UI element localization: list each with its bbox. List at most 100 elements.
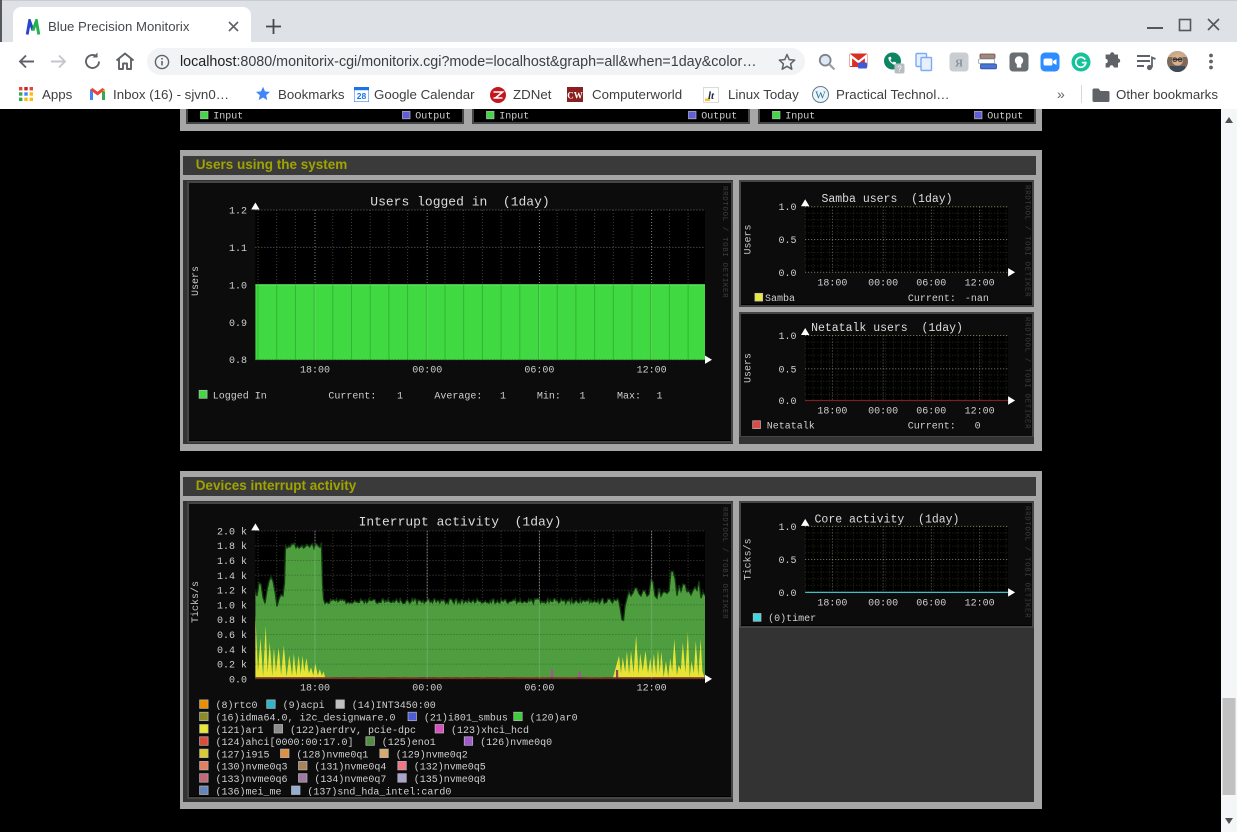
- svg-text:1.2 k: 1.2 k: [216, 586, 246, 598]
- svg-text:1: 1: [579, 392, 585, 403]
- svg-text:Current:: Current:: [907, 421, 955, 432]
- svg-text:1.0: 1.0: [778, 204, 796, 215]
- svg-text:(129)nvme0q2: (129)nvme0q2: [395, 749, 467, 761]
- svg-text:RRDTOOL / TOBI OETIKER: RRDTOOL / TOBI OETIKER: [720, 186, 728, 298]
- svg-text:1.8 k: 1.8 k: [216, 541, 246, 553]
- svg-text:Users: Users: [743, 225, 754, 255]
- svg-text:CW: CW: [567, 91, 583, 101]
- svg-text:Input: Input: [785, 112, 815, 122]
- svg-text:1.0 k: 1.0 k: [216, 600, 246, 612]
- svg-text:RRDTOOL / TOBI OETIKER: RRDTOOL / TOBI OETIKER: [1022, 317, 1030, 429]
- svg-text:Max:: Max:: [617, 392, 641, 403]
- svg-text:Users: Users: [191, 266, 202, 296]
- svg-text:0.5: 0.5: [778, 365, 796, 376]
- svg-text:Input: Input: [213, 112, 243, 122]
- svg-text:Netatalk users (1day): Netatalk users (1day): [811, 322, 963, 335]
- svg-text:(21)i801_smbus: (21)i801_smbus: [423, 712, 507, 724]
- svg-text:00:00: 00:00: [868, 599, 898, 610]
- svg-text:06:00: 06:00: [916, 599, 946, 610]
- svg-text:?: ?: [897, 65, 902, 74]
- svg-text:12:00: 12:00: [636, 683, 666, 694]
- svg-text:Output: Output: [701, 112, 737, 122]
- svg-text:(14)INT3450:00: (14)INT3450:00: [351, 700, 435, 712]
- svg-text:18:00: 18:00: [817, 599, 847, 610]
- svg-text:(124)ahci[0000:00:17.0]: (124)ahci[0000:00:17.0]: [215, 737, 353, 749]
- svg-text:1.1: 1.1: [228, 244, 246, 255]
- svg-text:(16)idma64.0, i2c_designware.0: (16)idma64.0, i2c_designware.0: [215, 712, 395, 724]
- svg-text:12:00: 12:00: [636, 366, 666, 377]
- svg-text:(123)xhci_hcd: (123)xhci_hcd: [451, 725, 529, 737]
- svg-text:(131)nvme0q4: (131)nvme0q4: [314, 762, 386, 774]
- svg-text:(135)nvme0q8: (135)nvme0q8: [413, 774, 485, 786]
- svg-text:RRDTOOL / TOBI OETIKER: RRDTOOL / TOBI OETIKER: [1022, 185, 1030, 297]
- svg-text:18:00: 18:00: [817, 407, 847, 418]
- svg-text:1: 1: [656, 392, 662, 403]
- svg-text:Output: Output: [987, 112, 1023, 122]
- svg-text:06:00: 06:00: [524, 366, 554, 377]
- svg-text:06:00: 06:00: [524, 683, 554, 694]
- svg-text:(9)acpi: (9)acpi: [282, 700, 324, 712]
- svg-text:(120)ar0: (120)ar0: [529, 712, 577, 724]
- svg-text:1: 1: [500, 392, 506, 403]
- svg-text:1.0: 1.0: [228, 281, 246, 292]
- svg-text:Ticks/s: Ticks/s: [190, 581, 202, 623]
- svg-text:(132)nvme0q5: (132)nvme0q5: [413, 762, 485, 774]
- svg-text:Ticks/s: Ticks/s: [742, 539, 754, 581]
- svg-text:1.6 k: 1.6 k: [216, 556, 246, 568]
- svg-text:Logged In: Logged In: [212, 391, 266, 403]
- svg-text:Interrupt activity (1day): Interrupt activity (1day): [358, 514, 561, 529]
- svg-text:06:00: 06:00: [916, 407, 946, 418]
- svg-text:06:00: 06:00: [916, 279, 946, 290]
- svg-text:0.5: 0.5: [778, 236, 796, 247]
- svg-text:0.9: 0.9: [228, 319, 246, 330]
- svg-text:(128)nvme0q1: (128)nvme0q1: [296, 749, 368, 761]
- svg-text:(127)i915: (127)i915: [215, 749, 269, 761]
- svg-text:Users: Users: [743, 353, 754, 383]
- svg-text:Min:: Min:: [536, 391, 560, 403]
- svg-text:0.2 k: 0.2 k: [216, 660, 246, 672]
- svg-text:12:00: 12:00: [964, 407, 994, 418]
- svg-text:-nan: -nan: [964, 294, 988, 304]
- svg-text:Users logged in (1day): Users logged in (1day): [370, 194, 549, 209]
- svg-text:(130)nvme0q3: (130)nvme0q3: [215, 762, 287, 774]
- svg-text:00:00: 00:00: [412, 366, 442, 377]
- svg-text:28: 28: [357, 91, 367, 101]
- svg-text:Current:: Current:: [907, 294, 955, 304]
- svg-text:(0)timer: (0)timer: [768, 613, 816, 625]
- svg-text:12:00: 12:00: [964, 599, 994, 610]
- svg-text:1.4 k: 1.4 k: [216, 571, 246, 583]
- svg-text:1.0: 1.0: [778, 523, 796, 534]
- svg-text:Samba users (1day): Samba users (1day): [821, 193, 952, 206]
- svg-text:0.0: 0.0: [778, 589, 796, 600]
- svg-text:0.0: 0.0: [228, 675, 246, 686]
- svg-text:0.0: 0.0: [778, 397, 796, 408]
- svg-text:Input: Input: [499, 112, 529, 122]
- svg-text:18:00: 18:00: [299, 366, 329, 377]
- svg-text:0.8: 0.8: [228, 356, 246, 367]
- svg-text:1.2: 1.2: [228, 206, 246, 217]
- svg-text:00:00: 00:00: [868, 407, 898, 418]
- svg-text:0.5: 0.5: [778, 556, 796, 567]
- svg-text:(133)nvme0q6: (133)nvme0q6: [215, 774, 287, 786]
- svg-text:18:00: 18:00: [817, 279, 847, 290]
- svg-text:Current:: Current:: [328, 392, 376, 403]
- svg-text:1.0: 1.0: [778, 332, 796, 343]
- svg-text:18:00: 18:00: [299, 683, 329, 694]
- svg-text:1: 1: [397, 392, 403, 403]
- svg-text:0.4 k: 0.4 k: [216, 645, 246, 657]
- svg-text:00:00: 00:00: [412, 683, 442, 694]
- svg-text:Netatalk: Netatalk: [766, 420, 814, 432]
- svg-text:0.8 k: 0.8 k: [216, 615, 246, 627]
- svg-text:lt: lt: [708, 90, 715, 102]
- svg-text:2.0 k: 2.0 k: [216, 526, 246, 538]
- svg-text:0: 0: [974, 421, 980, 432]
- svg-text:12:00: 12:00: [964, 279, 994, 290]
- svg-text:(122)aerdrv, pcie-dpc: (122)aerdrv, pcie-dpc: [290, 725, 416, 737]
- svg-text:(137)snd_hda_intel:card0: (137)snd_hda_intel:card0: [307, 786, 451, 796]
- svg-text:Average:: Average:: [434, 392, 482, 403]
- svg-text:RRDTOOL / TOBI OETIKER: RRDTOOL / TOBI OETIKER: [1022, 506, 1030, 618]
- svg-text:(134)nvme0q7: (134)nvme0q7: [314, 774, 386, 786]
- svg-text:Я: Я: [955, 58, 963, 70]
- svg-text:Core activity (1day): Core activity (1day): [814, 514, 959, 527]
- svg-text:RRDTOOL / TOBI OETIKER: RRDTOOL / TOBI OETIKER: [720, 507, 728, 619]
